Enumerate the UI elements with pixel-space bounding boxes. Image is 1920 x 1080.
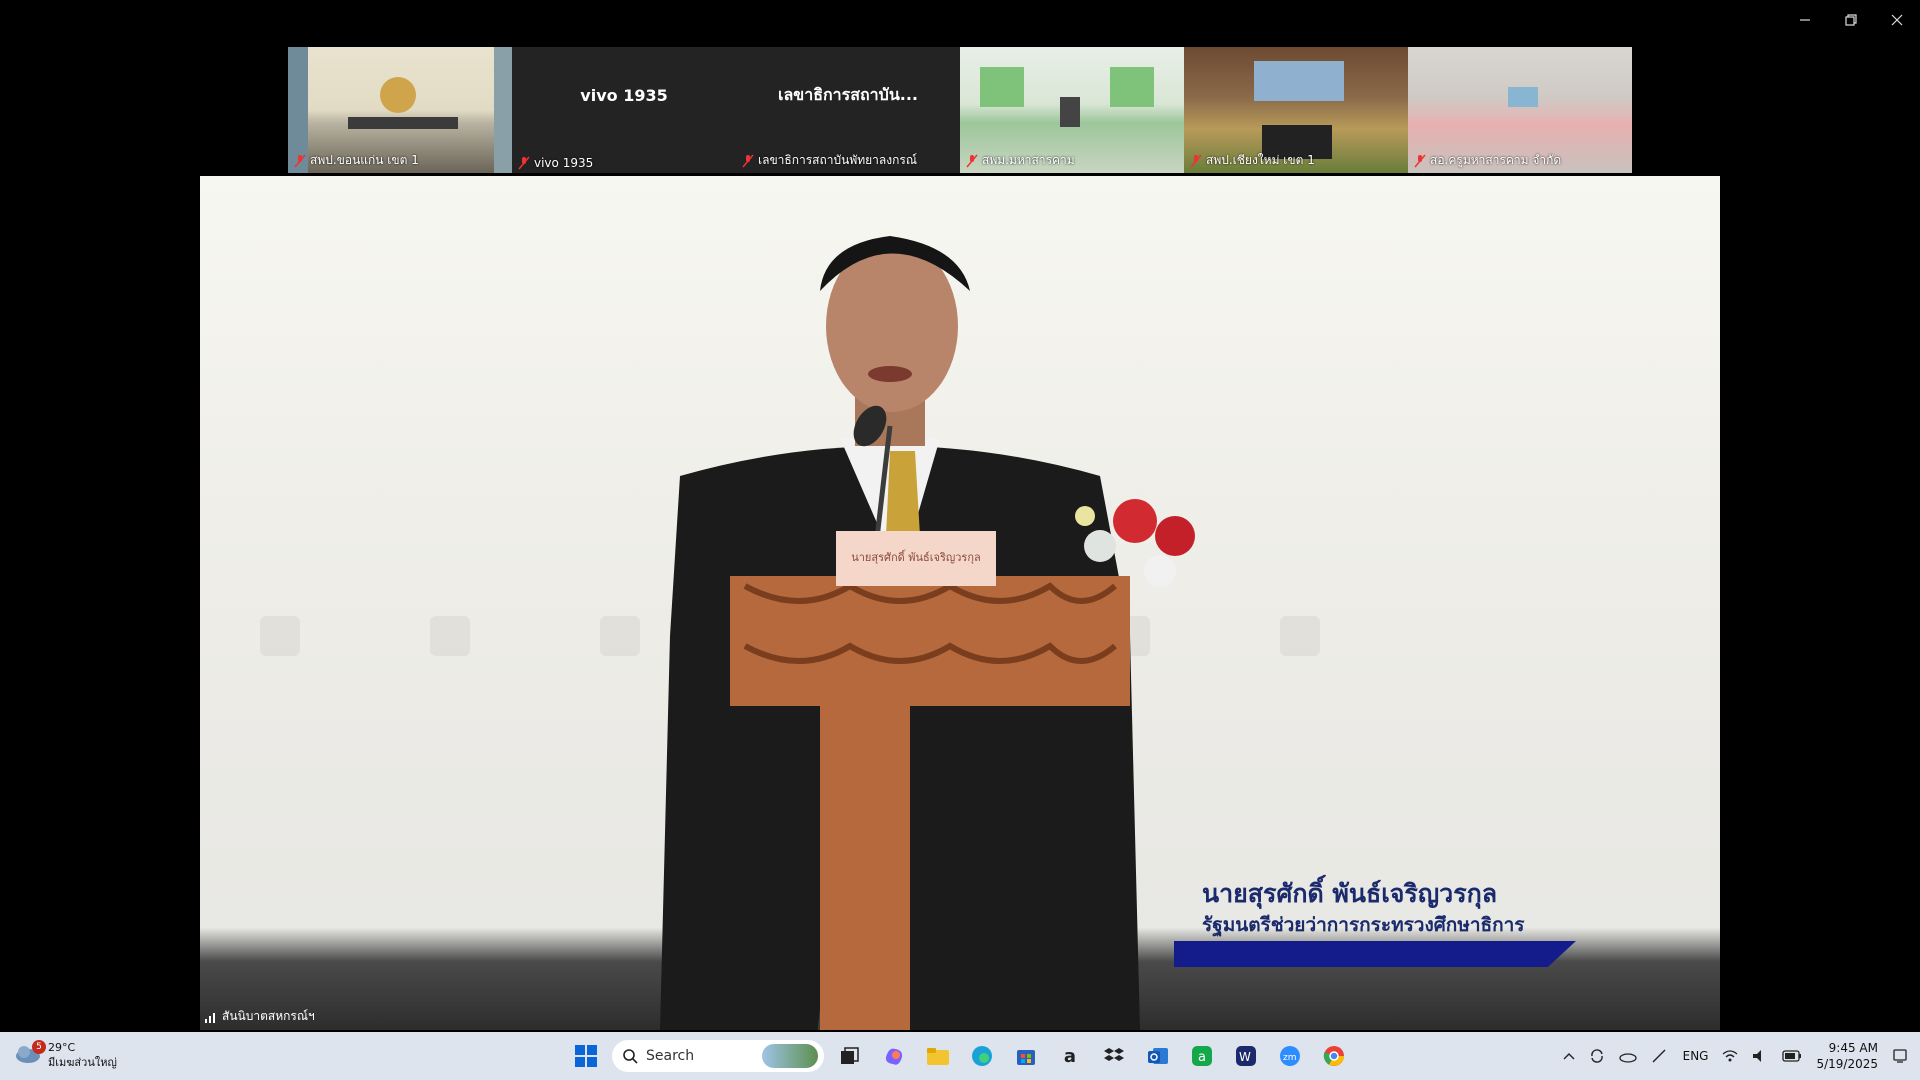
signal-icon — [205, 1012, 215, 1023]
participant-center-name: เลขาธิการสถาบัน... — [778, 84, 918, 104]
system-tray: ENG 9:45 AM 5/19/2025 — [1563, 1032, 1908, 1080]
participant-tile[interactable]: สอ.ครูมหาสารคาม จำกัด — [1408, 47, 1632, 173]
clock[interactable]: 9:45 AM 5/19/2025 — [1816, 1040, 1878, 1072]
window-controls — [1782, 0, 1920, 40]
participant-tile[interactable]: สพม.มหาสารคาม — [960, 47, 1184, 173]
clock-date: 5/19/2025 — [1816, 1057, 1878, 1071]
close-button[interactable] — [1874, 0, 1920, 40]
participant-tile[interactable]: สพป.ขอนแก่น เขต 1 — [288, 47, 512, 173]
participant-label: สพม.มหาสารคาม — [966, 151, 1075, 170]
volume-icon[interactable] — [1752, 1049, 1768, 1063]
speaker-title: รัฐมนตรีช่วยว่าการกระทรวงศึกษาธิการ — [1202, 914, 1525, 936]
muted-mic-icon — [294, 154, 306, 167]
onedrive-icon[interactable] — [1618, 1049, 1637, 1063]
file-explorer-icon[interactable] — [920, 1038, 956, 1074]
podium-sign-text: นายสุรศักดิ์ พันธ์เจริญวรกุล — [851, 551, 981, 564]
svg-text:zm: zm — [1283, 1053, 1297, 1063]
wifi-icon[interactable] — [1722, 1049, 1738, 1063]
search-icon — [623, 1049, 638, 1064]
participant-label: สพป.เชียงใหม่ เขต 1 — [1190, 151, 1315, 170]
chrome-icon[interactable] — [1316, 1038, 1352, 1074]
taskbar: 5 29°C มีเมฆส่วนใหญ่ Search a a W zm ENG… — [0, 1032, 1920, 1080]
chevron-up-icon[interactable] — [1563, 1051, 1575, 1061]
muted-mic-icon — [1414, 154, 1426, 167]
muted-mic-icon — [518, 156, 530, 170]
participant-tile[interactable]: เลขาธิการสถาบัน... เลขาธิการสถาบันพัทยาล… — [736, 47, 960, 173]
minimize-icon — [1800, 19, 1810, 21]
zoom-icon[interactable]: zm — [1272, 1038, 1308, 1074]
connection-label: สันนิบาตสหกรณ์ฯ — [204, 1007, 315, 1026]
participant-center-name: vivo 1935 — [580, 85, 668, 105]
battery-icon[interactable] — [1782, 1050, 1802, 1062]
edge-icon[interactable] — [964, 1038, 1000, 1074]
connection-name: สันนิบาตสหกรณ์ฯ — [222, 1009, 315, 1023]
restore-icon — [1845, 14, 1857, 26]
language-indicator[interactable]: ENG — [1683, 1049, 1709, 1063]
restore-button[interactable] — [1828, 0, 1874, 40]
sync-icon[interactable] — [1589, 1048, 1605, 1064]
dropbox-icon[interactable] — [1096, 1038, 1132, 1074]
muted-mic-icon — [1190, 154, 1202, 167]
participant-tile[interactable]: vivo 1935 vivo 1935 — [512, 47, 736, 173]
task-view-icon[interactable] — [832, 1038, 868, 1074]
clock-time: 9:45 AM — [1828, 1041, 1878, 1055]
pen-icon[interactable] — [1651, 1048, 1669, 1064]
muted-mic-icon — [966, 154, 978, 167]
main-speaker-video[interactable]: นายสุรศักดิ์ พันธ์เจริญวรกุล นายสุรศักดิ… — [200, 176, 1720, 1030]
outlook-icon[interactable] — [1140, 1038, 1176, 1074]
search-box[interactable]: Search — [612, 1040, 824, 1072]
notification-badge: 5 — [32, 1040, 46, 1054]
line-app-icon[interactable]: a — [1184, 1038, 1220, 1074]
minimize-button[interactable] — [1782, 0, 1828, 40]
muted-mic-icon — [742, 154, 754, 167]
participant-tile[interactable]: สพป.เชียงใหม่ เขต 1 — [1184, 47, 1408, 173]
weather-widget[interactable]: 5 29°C มีเมฆส่วนใหญ่ — [14, 1040, 117, 1070]
notification-center-icon[interactable] — [1892, 1048, 1908, 1064]
taskbar-apps: Search a a W zm — [568, 1038, 1352, 1074]
participant-name: สพป.ขอนแก่น เขต 1 — [310, 153, 419, 167]
weather-condition: มีเมฆส่วนใหญ่ — [48, 1056, 117, 1069]
svg-text:a: a — [1198, 1050, 1206, 1065]
amazon-icon[interactable]: a — [1052, 1038, 1088, 1074]
participant-name: สอ.ครูมหาสารคาม จำกัด — [1430, 153, 1562, 167]
participant-label: เลขาธิการสถาบันพัทยาลงกรณ์ — [742, 151, 917, 170]
participant-label: vivo 1935 — [518, 156, 593, 170]
participant-name: vivo 1935 — [534, 156, 594, 170]
participant-label: สพป.ขอนแก่น เขต 1 — [294, 151, 419, 170]
lower-third-bar — [1174, 941, 1576, 967]
search-highlight-image — [762, 1044, 818, 1068]
copilot-icon[interactable] — [876, 1038, 912, 1074]
store-icon[interactable] — [1008, 1038, 1044, 1074]
speaker-name: นายสุรศักดิ์ พันธ์เจริญวรกุล — [1202, 879, 1498, 908]
participant-label: สอ.ครูมหาสารคาม จำกัด — [1414, 151, 1561, 170]
search-placeholder: Search — [646, 1048, 695, 1064]
participant-name: สพป.เชียงใหม่ เขต 1 — [1206, 153, 1315, 167]
svg-text:W: W — [1239, 1050, 1251, 1064]
participant-name: เลขาธิการสถาบันพัทยาลงกรณ์ — [758, 153, 917, 167]
windows-start-icon[interactable] — [568, 1038, 604, 1074]
participant-name: สพม.มหาสารคาม — [982, 153, 1075, 167]
webex-icon[interactable]: W — [1228, 1038, 1264, 1074]
close-icon — [1891, 14, 1903, 26]
weather-temp: 29°C — [48, 1041, 76, 1054]
participant-strip: สพป.ขอนแก่น เขต 1 vivo 1935 vivo 1935 เล… — [288, 47, 1632, 173]
